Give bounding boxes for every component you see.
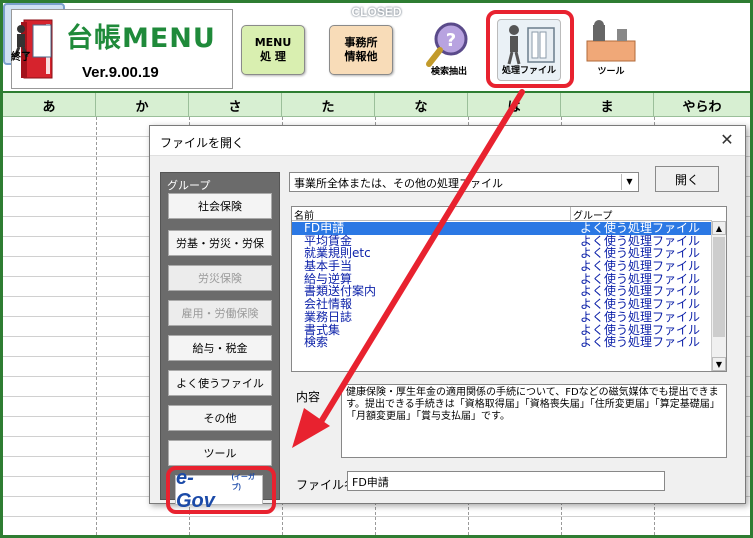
- magnifier-question-icon: ?: [426, 22, 468, 67]
- closed-label: CLOSED: [351, 5, 402, 19]
- exit-label: 終了: [11, 50, 31, 61]
- open-file-dialog: ファイルを開く ✕ グループ 社会保険 労基・労災・労保 労災保険 雇用・労働保…: [149, 125, 746, 512]
- app-title: 台帳MENU: [66, 23, 216, 54]
- group-tools-button[interactable]: ツール: [168, 440, 272, 466]
- column-group-header[interactable]: グループ: [570, 207, 612, 222]
- file-list[interactable]: 名前 グループ FD申請 よく使う処理ファイル 平均賃金 よく使う処理ファイル 就業…: [291, 206, 727, 372]
- dialog-title: ファイルを開く: [160, 136, 245, 150]
- process-button-label: 処理ファイル: [501, 66, 556, 76]
- egov-reading: (イーガブ): [231, 474, 255, 491]
- open-button[interactable]: 開く: [655, 166, 719, 192]
- group-other-button[interactable]: その他: [168, 405, 272, 431]
- category-select-value: 事業所全体または、その他の処理ファイル: [294, 177, 503, 190]
- office-button-line1: 事務所: [344, 36, 378, 49]
- list-item[interactable]: 業務日誌 よく使う処理ファイル: [292, 311, 712, 324]
- egov-button[interactable]: e-Gov (イーガブ): [175, 467, 263, 512]
- kana-tab-sa[interactable]: さ: [189, 93, 282, 117]
- group-employment-insurance-button: 雇用・労働保険: [168, 300, 272, 326]
- group-label: グループ: [167, 179, 211, 192]
- kana-tab-na[interactable]: な: [375, 93, 468, 117]
- file-list-scrollbar[interactable]: ▲ ▼: [711, 221, 726, 371]
- group-workers-comp-button: 労災保険: [168, 265, 272, 291]
- list-item[interactable]: 会社情報 よく使う処理ファイル: [292, 298, 712, 311]
- column-name-header[interactable]: 名前: [294, 207, 314, 222]
- kana-tab-ha[interactable]: は: [468, 93, 561, 117]
- tools-button[interactable]: ツール: [579, 19, 643, 81]
- search-extract-button[interactable]: ? 検索抽出: [417, 19, 481, 81]
- list-item[interactable]: 基本手当 よく使う処理ファイル: [292, 260, 712, 273]
- kana-tab-ma[interactable]: ま: [561, 93, 654, 117]
- menu-button-line2: 処 理: [260, 50, 286, 63]
- app-version: Ver.9.00.19: [82, 64, 159, 81]
- file-list-header: 名前 グループ: [292, 207, 712, 222]
- group-salary-tax-button[interactable]: 給与・税金: [168, 335, 272, 361]
- group-panel: グループ 社会保険 労基・労災・労保 労災保険 雇用・労働保険 給与・税金 よく…: [160, 172, 280, 500]
- list-item[interactable]: FD申請 よく使う処理ファイル: [292, 222, 712, 235]
- list-item[interactable]: 検索 よく使う処理ファイル: [292, 336, 712, 349]
- file-cabinet-person-icon: [507, 25, 555, 65]
- filename-input[interactable]: FD申請: [347, 471, 665, 491]
- group-frequent-files-button[interactable]: よく使うファイル: [168, 370, 272, 396]
- egov-logo-text: e-Gov: [176, 467, 215, 512]
- menu-button-line1: MENU: [254, 36, 292, 49]
- scroll-thumb[interactable]: [713, 237, 725, 337]
- file-list-rows: FD申請 よく使う処理ファイル 平均賃金 よく使う処理ファイル 就業規則etc よく使…: [292, 222, 712, 349]
- svg-text:?: ?: [446, 30, 456, 51]
- office-info-button[interactable]: 事務所 情報他: [329, 25, 393, 75]
- exit-door-icon: 終了: [11, 24, 52, 61]
- content-description: 健康保険・厚生年金の適用関係の手続について、FDなどの磁気媒体でも提出できます。…: [341, 384, 727, 458]
- kana-index-row: あ か さ た な は ま やらわ: [3, 93, 750, 117]
- kana-tab-ta[interactable]: た: [282, 93, 375, 117]
- scroll-down-icon[interactable]: ▼: [712, 357, 726, 371]
- category-select[interactable]: 事業所全体または、その他の処理ファイル ▼: [289, 172, 639, 192]
- chevron-down-icon[interactable]: ▼: [621, 174, 637, 190]
- kana-tab-ka[interactable]: か: [96, 93, 189, 117]
- search-button-label: 検索抽出: [430, 67, 467, 77]
- process-file-button[interactable]: 処理ファイル: [497, 19, 561, 81]
- kana-tab-a[interactable]: あ: [3, 93, 96, 117]
- office-button-line2: 情報他: [344, 50, 378, 63]
- group-social-insurance-button[interactable]: 社会保険: [168, 193, 272, 219]
- kana-tab-yarawa[interactable]: やらわ: [654, 93, 750, 117]
- close-icon[interactable]: ✕: [717, 130, 737, 150]
- app-header: 台帳MENU Ver.9.00.19 MENU 処 理 事務所 情報他 ? 検索…: [3, 3, 750, 93]
- closed-exit-button[interactable]: CLOSED 終了: [3, 3, 402, 65]
- scroll-up-icon[interactable]: ▲: [712, 221, 726, 235]
- group-labor-standards-button[interactable]: 労基・労災・労保: [168, 230, 272, 256]
- toolbox-icon: [586, 20, 636, 62]
- content-label: 内容: [296, 390, 321, 404]
- tools-button-label: ツール: [597, 67, 625, 77]
- menu-process-button[interactable]: MENU 処 理: [241, 25, 305, 75]
- dialog-titlebar: ファイルを開く ✕: [150, 126, 745, 156]
